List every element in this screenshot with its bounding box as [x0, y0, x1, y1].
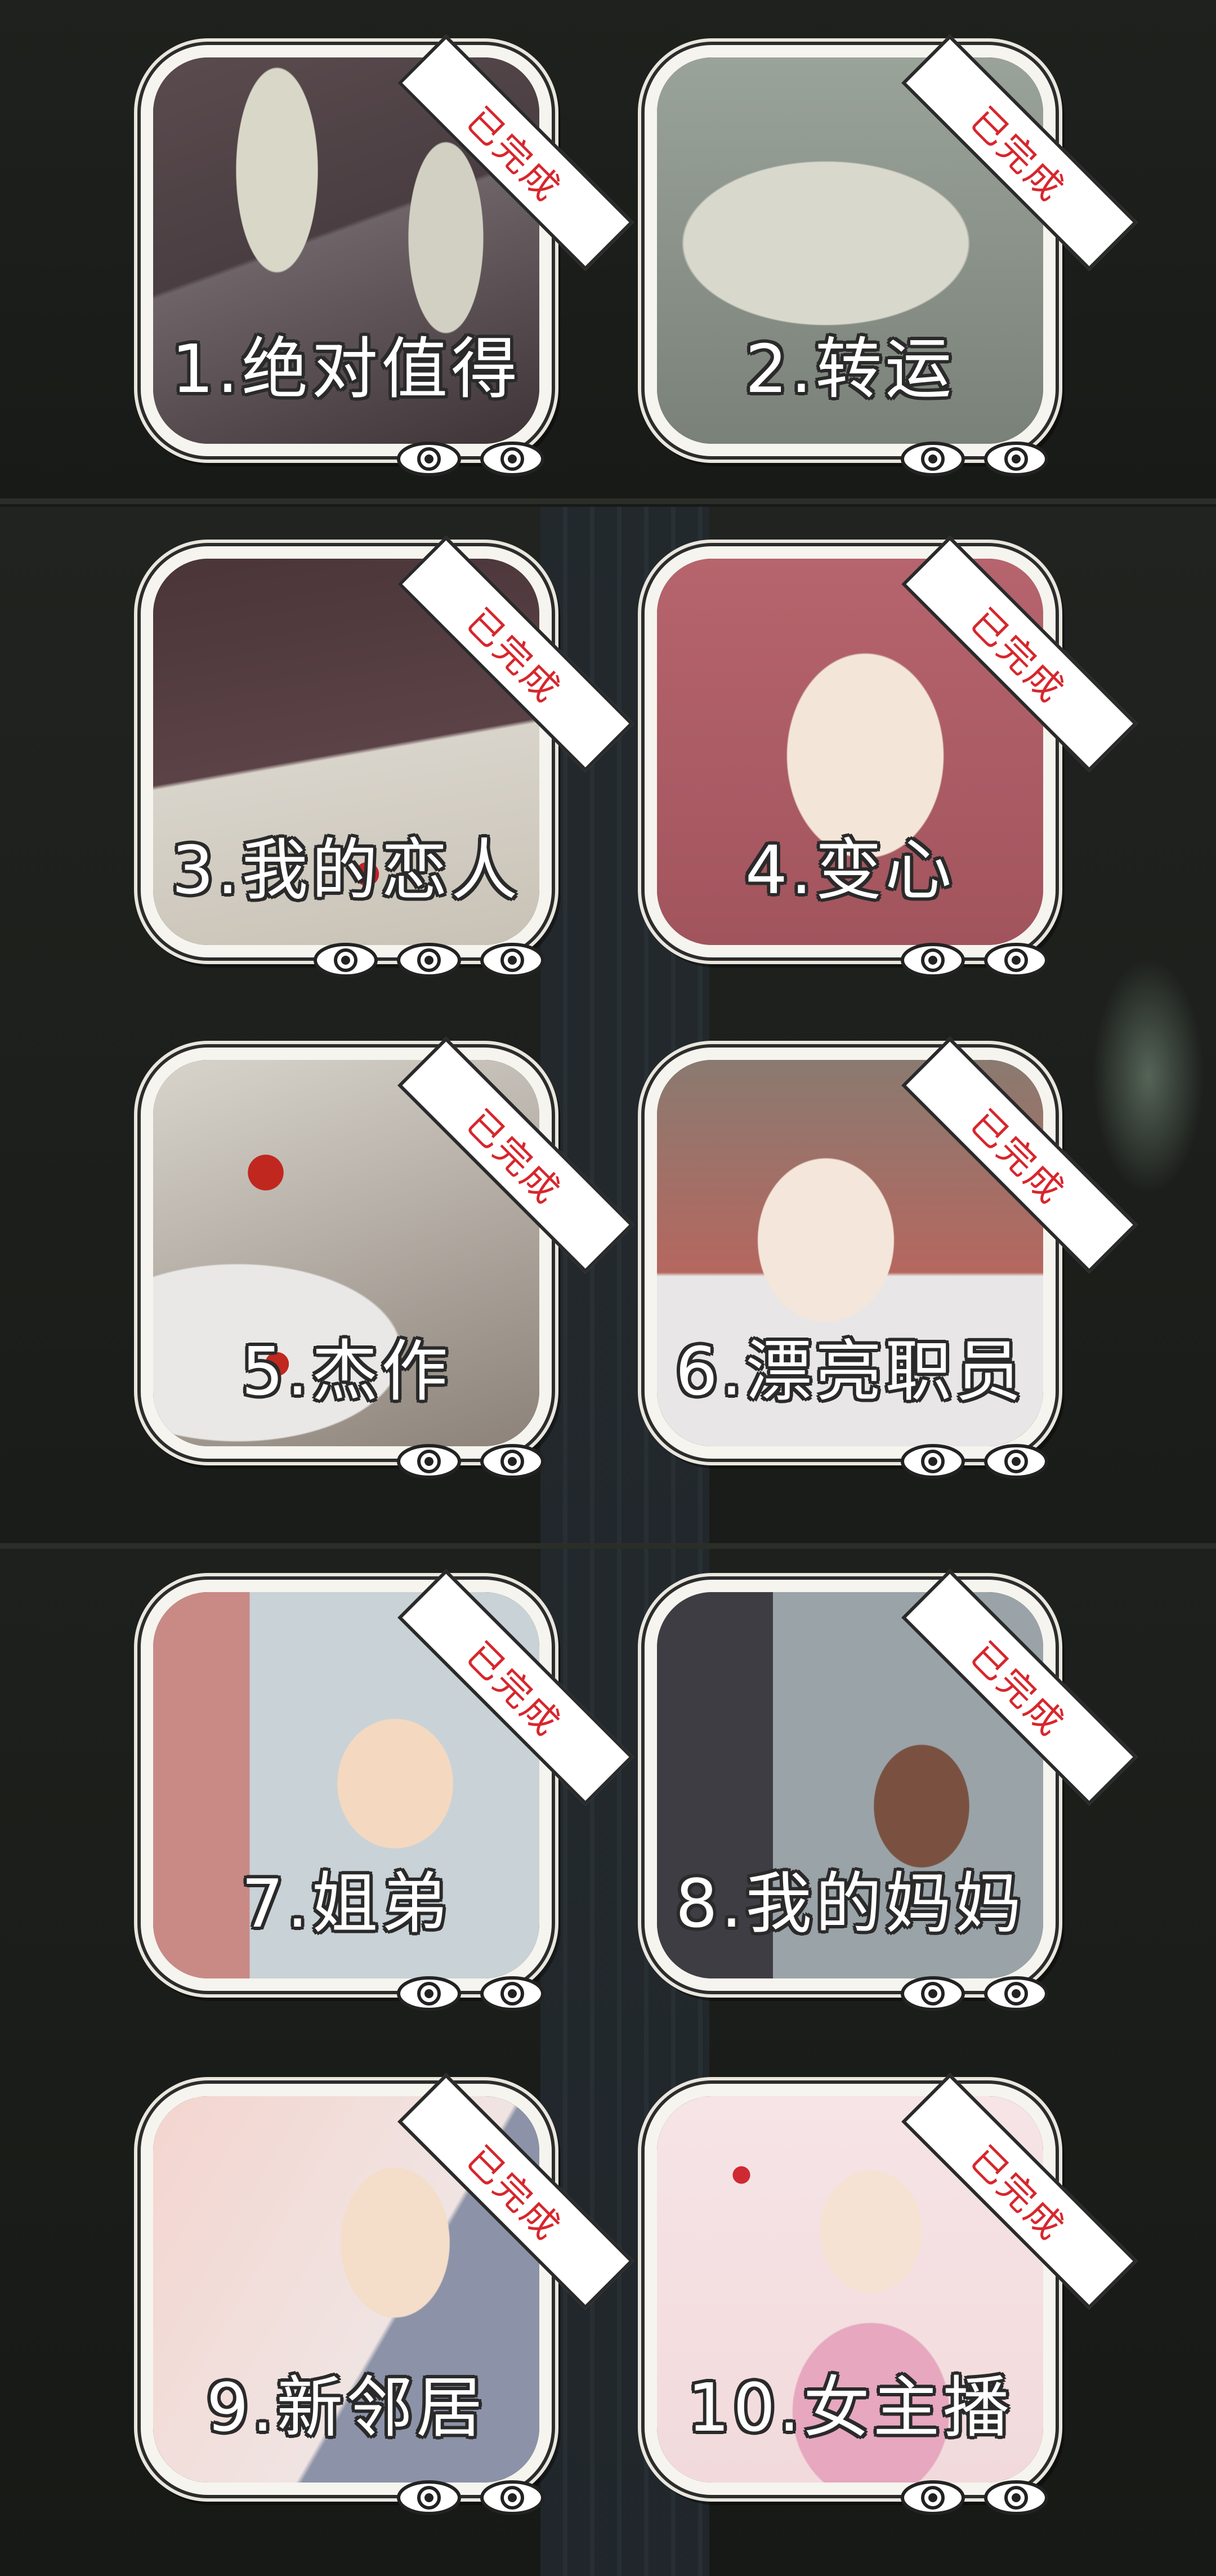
rating-eyes [395, 439, 546, 479]
eye-icon [899, 941, 967, 980]
rating-eyes [312, 941, 546, 980]
rating-eyes [899, 1442, 1050, 1481]
chapter-title: 4.变心 [745, 831, 955, 909]
chapter-card-5[interactable]: 5.杰作 已完成 [135, 1036, 634, 1481]
chapter-thumbnail: 9.新邻居 [141, 2084, 552, 2495]
eye-icon [899, 439, 967, 479]
chapter-card-7[interactable]: 7.姐弟 已完成 [135, 1568, 634, 2013]
chapter-title: 3.我的恋人 [171, 831, 521, 909]
chapter-title: 7.姐弟 [241, 1865, 451, 1942]
eye-icon [479, 1442, 546, 1481]
eye-icon [395, 2478, 463, 2517]
eye-icon [479, 2478, 546, 2517]
chapter-card-3[interactable]: 3.我的恋人 已完成 [135, 535, 634, 980]
chapter-thumbnail: 10.女主播 [645, 2084, 1056, 2495]
chapter-title: 9.新邻居 [206, 2369, 486, 2446]
eye-icon [479, 941, 546, 980]
rating-eyes [395, 1974, 546, 2013]
eye-icon [395, 439, 463, 479]
chapter-title: 2.转运 [745, 330, 955, 408]
rating-eyes [899, 2478, 1050, 2517]
eye-icon [982, 2478, 1050, 2517]
chapter-title: 6.漂亮职员 [675, 1332, 1025, 1410]
eye-icon [982, 941, 1050, 980]
eye-icon [899, 2478, 967, 2517]
chapter-card-1[interactable]: 1.绝对值得 已完成 [135, 34, 634, 479]
rating-eyes [899, 941, 1050, 980]
bg-shelf [0, 1543, 1216, 1549]
rating-eyes [395, 1442, 546, 1481]
eye-icon [899, 1442, 967, 1481]
rating-eyes [395, 2478, 546, 2517]
chapter-thumbnail: 7.姐弟 [141, 1580, 552, 1991]
eye-icon [395, 941, 463, 980]
chapter-card-10[interactable]: 10.女主播 已完成 [639, 2073, 1138, 2517]
chapter-thumbnail: 1.绝对值得 [141, 45, 552, 456]
eye-icon [982, 1974, 1050, 2013]
chapter-title: 5.杰作 [241, 1332, 451, 1410]
bg-lamp-glow [1092, 957, 1205, 1194]
chapter-thumbnail: 4.变心 [645, 546, 1056, 957]
chapter-title: 10.女主播 [687, 2369, 1013, 2446]
rating-eyes [899, 1974, 1050, 2013]
eye-icon [982, 439, 1050, 479]
eye-icon [982, 1442, 1050, 1481]
eye-icon [395, 1442, 463, 1481]
chapter-thumbnail: 3.我的恋人 [141, 546, 552, 957]
bg-shelf [0, 498, 1216, 504]
eye-icon [899, 1974, 967, 2013]
eye-icon [312, 941, 379, 980]
chapter-card-6[interactable]: 6.漂亮职员 已完成 [639, 1036, 1138, 1481]
rating-eyes [899, 439, 1050, 479]
chapter-card-4[interactable]: 4.变心 已完成 [639, 535, 1138, 980]
chapter-thumbnail: 6.漂亮职员 [645, 1048, 1056, 1459]
chapter-title: 8.我的妈妈 [675, 1865, 1025, 1942]
chapter-title: 1.绝对值得 [171, 330, 521, 408]
eye-icon [479, 1974, 546, 2013]
chapter-thumbnail: 8.我的妈妈 [645, 1580, 1056, 1991]
chapter-thumbnail: 2.转运 [645, 45, 1056, 456]
eye-icon [395, 1974, 463, 2013]
chapter-card-8[interactable]: 8.我的妈妈 已完成 [639, 1568, 1138, 2013]
chapter-thumbnail: 5.杰作 [141, 1048, 552, 1459]
eye-icon [479, 439, 546, 479]
chapter-card-9[interactable]: 9.新邻居 已完成 [135, 2073, 634, 2517]
chapter-card-2[interactable]: 2.转运 已完成 [639, 34, 1138, 479]
